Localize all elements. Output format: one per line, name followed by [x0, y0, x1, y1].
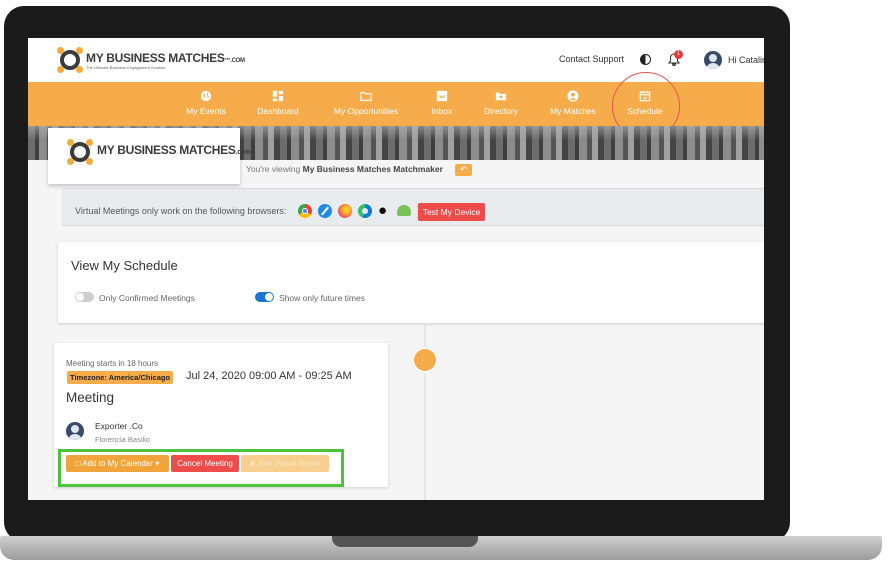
nav-label: Dashboard: [257, 106, 299, 116]
add-to-calendar-button[interactable]: □ Add to My Calendar ▾: [66, 455, 169, 472]
viewing-prefix: You're viewing: [246, 164, 301, 174]
video-icon: ■: [249, 459, 255, 468]
meeting-time: Jul 24, 2020 09:00 AM - 09:25 AM: [186, 370, 352, 382]
logo-text-suffix: ™.COM: [224, 58, 245, 64]
nav-item-my-matches[interactable]: My Matches: [544, 82, 602, 126]
logo-dot-icon: [67, 139, 74, 146]
avatar-body: [68, 434, 82, 440]
safari-icon: [318, 204, 332, 218]
caret-down-icon: ▾: [155, 459, 160, 468]
timezone-badge: Timezone: America/Chicago: [67, 371, 174, 384]
viewing-as-text: You're viewing My Business Matches Match…: [246, 164, 443, 174]
apple-icon: ●: [378, 202, 388, 219]
meeting-title: Meeting: [66, 390, 115, 405]
directory-icon: [495, 92, 507, 101]
timeline-dot: [412, 347, 438, 373]
folder-icon: [360, 92, 372, 101]
logo-dot-icon: [76, 47, 83, 54]
laptop-screen: MY BUSINESS MATCHES™.COM The Ultimate Bu…: [28, 38, 764, 500]
logo-tagline: The Ultimate Business Engagement Solutio…: [86, 65, 166, 70]
logo-dot-icon: [67, 158, 74, 165]
user-greeting[interactable]: Hi Catalin: [728, 55, 764, 65]
browser-support-text: Virtual Meetings only work on the follow…: [75, 206, 287, 216]
user-circle-icon: [567, 90, 579, 102]
avatar-head: [709, 54, 717, 62]
logo-text: MY BUSINESS MATCHES™.COM: [86, 51, 245, 65]
nav-label: My Opportunities: [333, 106, 399, 116]
edge-icon: [358, 204, 372, 218]
nav-label: Inbox: [431, 106, 453, 116]
inbox-icon: [436, 90, 448, 102]
nav-item-directory[interactable]: Directory: [478, 82, 524, 126]
logo-dot-icon: [76, 66, 83, 73]
banner-logo-text: MY BUSINESS MATCHES.com: [97, 143, 251, 157]
cancel-meeting-button[interactable]: Cancel Meeting: [171, 455, 239, 472]
nav-label: My Matches: [550, 106, 596, 116]
logo-dot-icon: [86, 158, 93, 165]
notification-badge: 1: [674, 50, 683, 59]
banner-logo-main: MY BUSINESS MATCHES: [97, 143, 236, 157]
event-logo-card: MY BUSINESS MATCHES.com: [48, 128, 251, 184]
confirmed-meetings-label: Only Confirmed Meetings: [99, 293, 195, 303]
android-icon: [397, 205, 411, 216]
chrome-icon: [298, 204, 312, 218]
calendar-small-icon: □: [75, 459, 81, 468]
nav-item-my-events[interactable]: My Events: [178, 82, 234, 126]
schedule-filter-card: [58, 242, 764, 323]
logo-dot-icon: [57, 47, 64, 54]
attendee-name: Florencia Basilio: [95, 435, 151, 444]
join-virtual-room-label: Join Virtual Room: [257, 459, 321, 468]
laptop-notch: [332, 536, 478, 547]
meeting-starts-text: Meeting starts in 18 hours: [66, 359, 159, 368]
avatar[interactable]: [704, 51, 722, 69]
safari-needle: [321, 206, 329, 216]
toggle-knob: [265, 293, 273, 301]
logo-dot-icon: [86, 139, 93, 146]
nav-label: Directory: [483, 106, 518, 116]
nav-item-my-opportunities[interactable]: My Opportunities: [328, 82, 404, 126]
attendee-avatar: [66, 422, 84, 440]
test-device-button[interactable]: Test My Device: [418, 203, 485, 221]
page-title: View My Schedule: [71, 258, 178, 273]
avatar-body: [706, 63, 720, 69]
future-times-label: Show only future times: [279, 293, 365, 303]
contact-support-link[interactable]: Contact Support: [559, 54, 624, 64]
toggle-knob: [76, 293, 84, 301]
confirmed-meetings-toggle[interactable]: [75, 292, 94, 302]
logo-dot-icon: [57, 66, 64, 73]
firefox-icon: [338, 204, 352, 218]
add-to-calendar-label: Add to My Calendar: [82, 459, 154, 468]
dashboard-icon: [272, 90, 284, 102]
avatar-head: [71, 425, 79, 433]
logo-text-main: MY BUSINESS MATCHES: [86, 51, 225, 65]
future-times-toggle[interactable]: [255, 292, 274, 302]
nav-item-dashboard[interactable]: Dashboard: [250, 82, 306, 126]
switch-back-button[interactable]: ↶: [455, 164, 472, 176]
globe-icon: [200, 90, 212, 102]
attendee-company: Exporter .Co: [95, 421, 143, 431]
nav-item-inbox[interactable]: Inbox: [424, 82, 460, 126]
edge-center: [362, 208, 368, 214]
nav-label: My Events: [186, 106, 226, 116]
chrome-center: [302, 208, 308, 214]
banner-logo-suffix: .com: [235, 149, 251, 156]
viewing-name: My Business Matches Matchmaker: [302, 164, 443, 174]
join-virtual-room-button[interactable]: ■ Join Virtual Room: [241, 455, 329, 472]
contrast-toggle-icon[interactable]: [640, 54, 651, 65]
